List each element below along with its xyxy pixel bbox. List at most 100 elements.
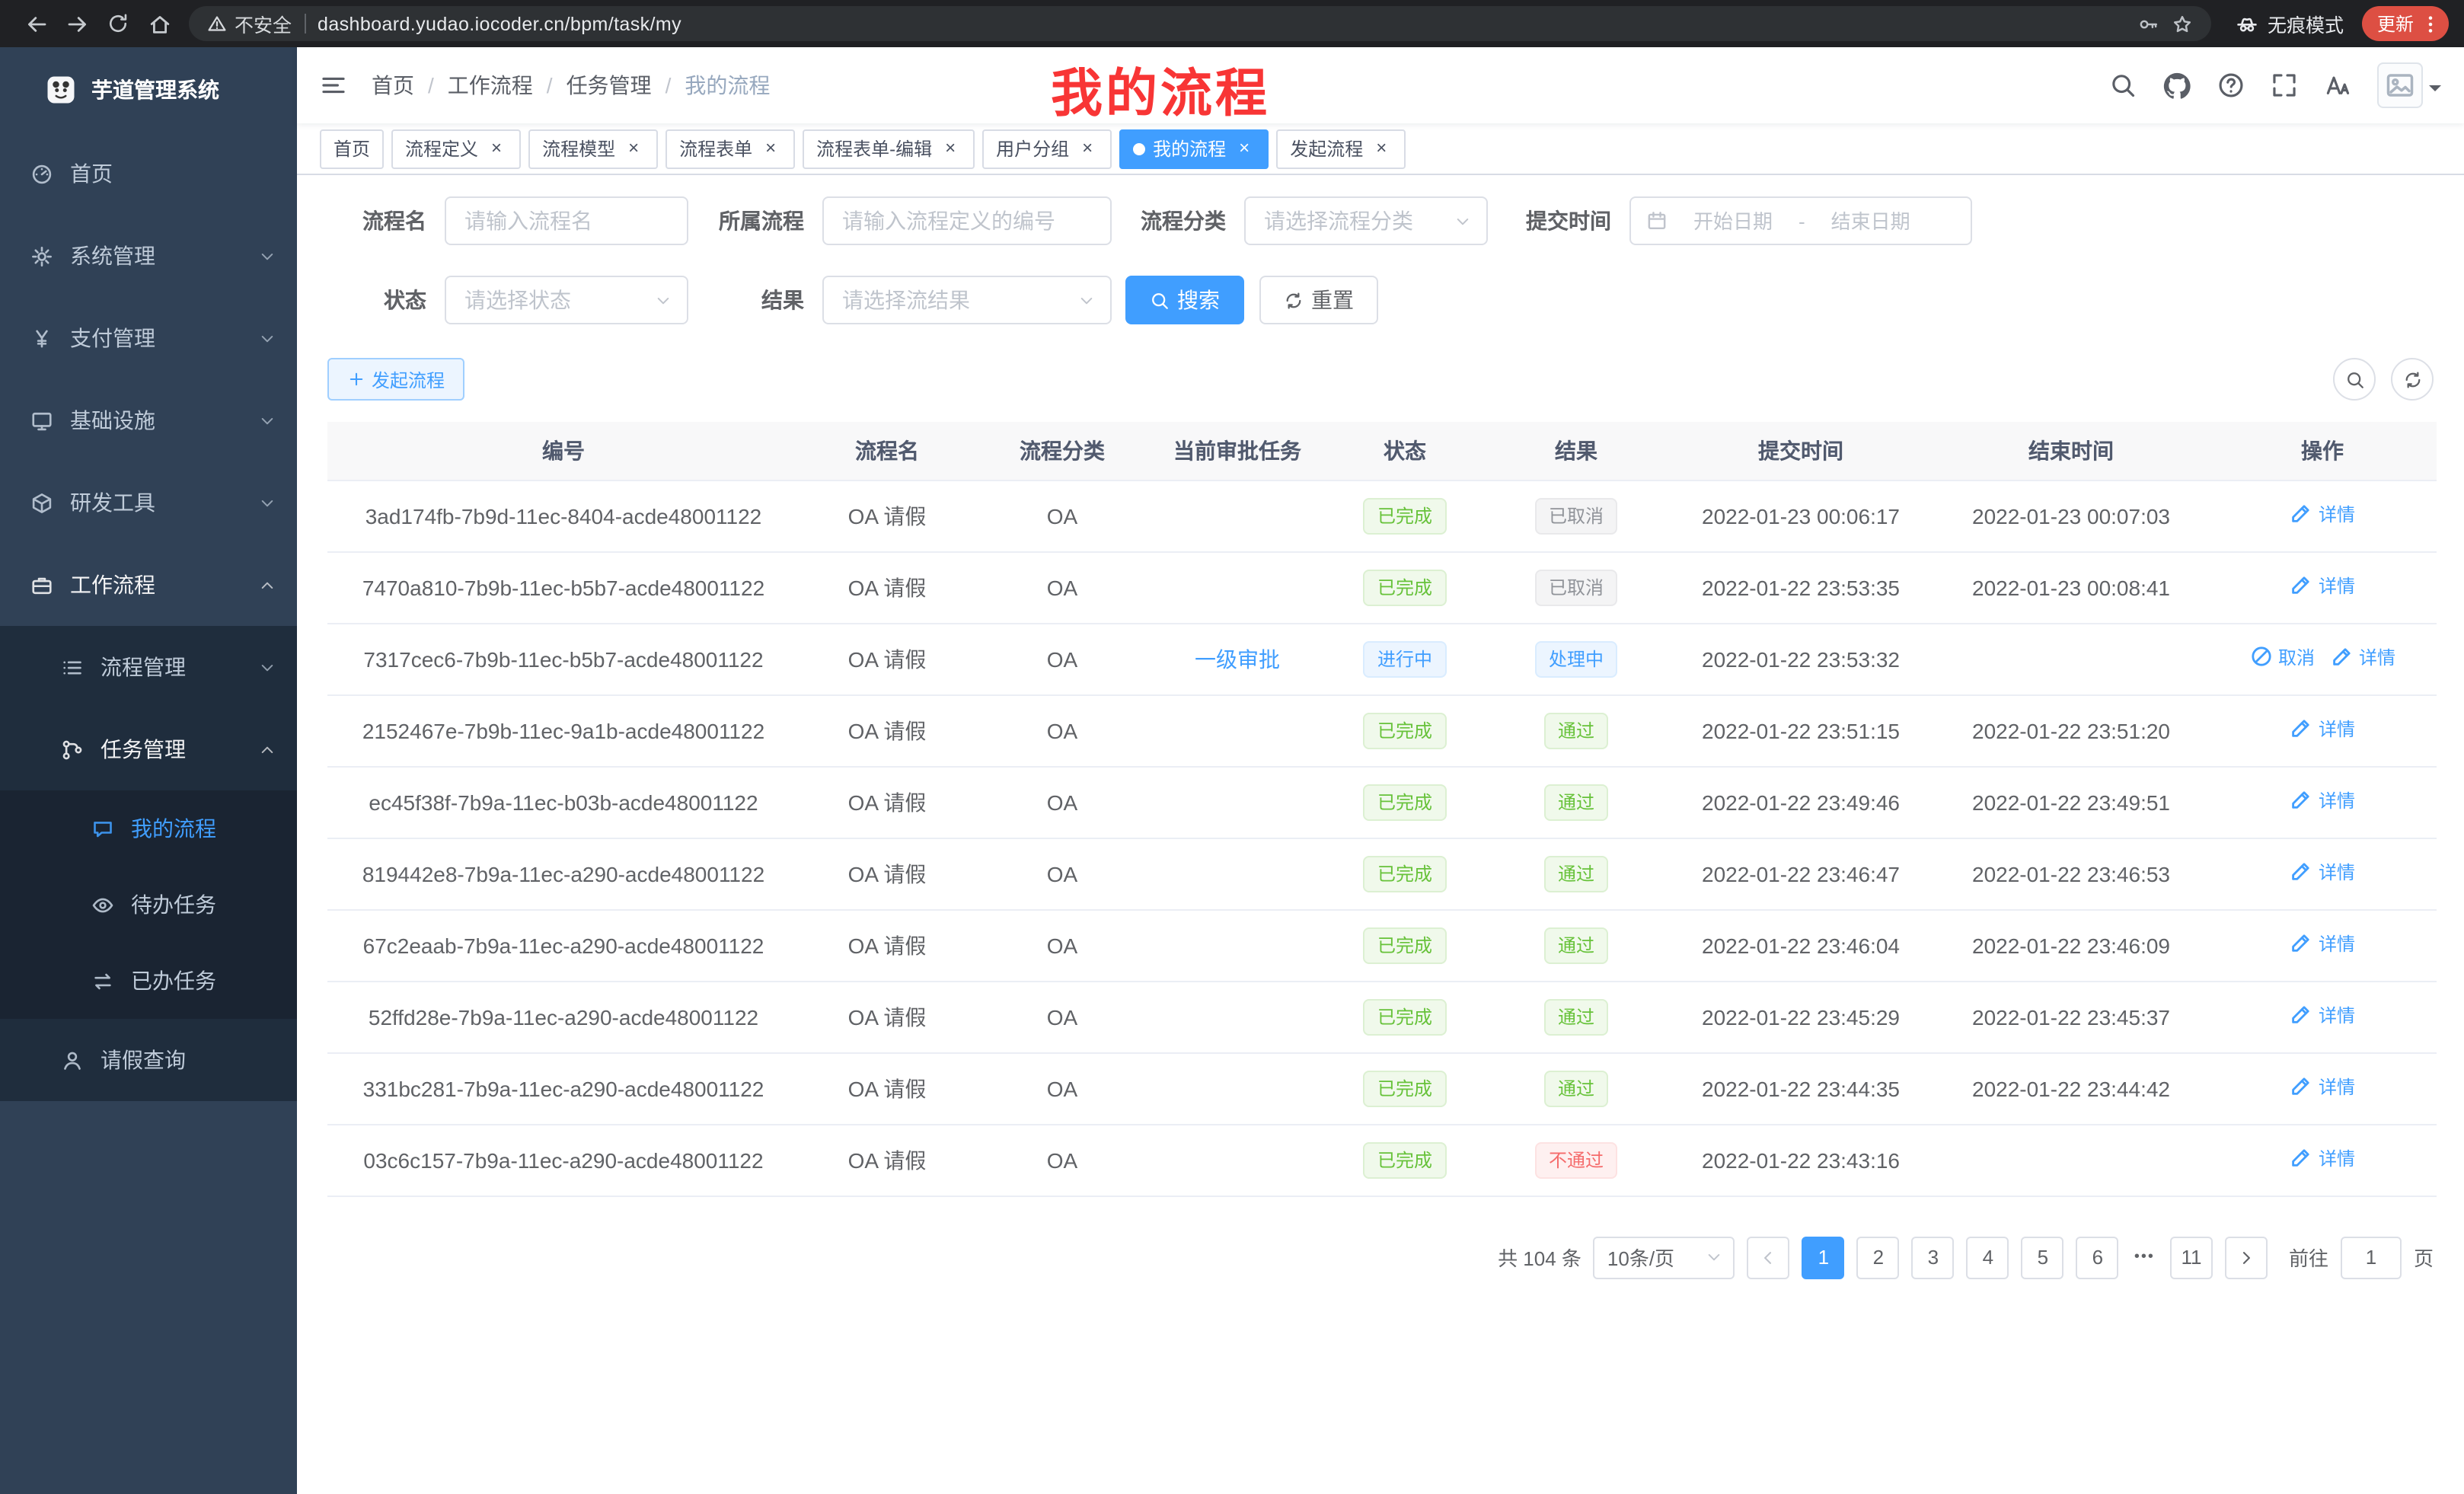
browser-home-button[interactable] <box>139 3 180 44</box>
search-icon[interactable] <box>2109 72 2137 99</box>
close-icon[interactable]: × <box>1077 138 1098 159</box>
close-icon[interactable]: × <box>940 138 961 159</box>
cell-id: 3ad174fb-7b9d-11ec-8404-acde48001122 <box>327 480 800 551</box>
security-status[interactable]: 不安全 <box>207 9 292 38</box>
sidebar-item[interactable]: 我的流程 <box>0 790 297 867</box>
detail-button[interactable]: 详情 <box>2330 644 2395 670</box>
more-pages-icon[interactable]: ••• <box>2131 1249 2158 1266</box>
start-date-input[interactable] <box>1677 209 1789 232</box>
sidebar-item-label: 工作流程 <box>70 570 259 600</box>
reload-button[interactable] <box>97 3 139 44</box>
fullscreen-icon[interactable] <box>2271 72 2298 99</box>
detail-button[interactable]: 详情 <box>2290 1145 2355 1171</box>
view-tab[interactable]: 流程表单× <box>665 129 795 168</box>
page-jump-input[interactable] <box>2341 1236 2402 1279</box>
detail-button[interactable]: 详情 <box>2290 859 2355 885</box>
column-header: 结果 <box>1485 422 1668 480</box>
cell-status: 已完成 <box>1325 1124 1485 1196</box>
date-range-picker[interactable]: - <box>1629 196 1972 245</box>
page-button[interactable]: 5 <box>2022 1236 2064 1279</box>
sidebar-toggle-button[interactable] <box>320 72 347 99</box>
table-row: 03c6c157-7b9a-11ec-a290-acde48001122OA 请… <box>327 1124 2437 1196</box>
close-icon[interactable]: × <box>1234 138 1255 159</box>
close-icon[interactable]: × <box>1371 138 1392 159</box>
page-size-select[interactable]: 10条/页 <box>1594 1236 1735 1279</box>
sidebar-item[interactable]: 请假查询 <box>0 1019 297 1101</box>
result-select[interactable]: 请选择流结果 <box>822 276 1112 324</box>
warning-icon <box>207 14 227 34</box>
breadcrumb-item[interactable]: 工作流程 <box>448 70 533 101</box>
page-button[interactable]: 6 <box>2076 1236 2119 1279</box>
forward-icon <box>65 11 89 36</box>
status-select[interactable]: 请选择状态 <box>445 276 688 324</box>
cell-result: 已取消 <box>1485 551 1668 623</box>
edit-icon <box>2290 860 2314 884</box>
page-button[interactable]: 2 <box>1857 1236 1900 1279</box>
start-process-button[interactable]: 发起流程 <box>327 358 464 401</box>
sidebar-item[interactable]: 待办任务 <box>0 867 297 943</box>
detail-button[interactable]: 详情 <box>2290 931 2355 956</box>
process-def-input[interactable] <box>822 196 1112 245</box>
address-bar[interactable]: 不安全 dashboard.yudao.iocoder.cn/bpm/task/… <box>189 6 2211 41</box>
sidebar-item[interactable]: 系统管理 <box>0 215 297 297</box>
detail-button[interactable]: 详情 <box>2290 1074 2355 1100</box>
search-button[interactable]: 搜索 <box>1125 276 1244 324</box>
page-button[interactable]: 4 <box>1967 1236 2009 1279</box>
current-task-link[interactable]: 一级审批 <box>1195 646 1280 671</box>
page-button[interactable]: 11 <box>2170 1236 2213 1279</box>
github-icon[interactable] <box>2162 71 2191 100</box>
detail-button[interactable]: 详情 <box>2290 573 2355 599</box>
breadcrumb-item[interactable]: 首页 <box>372 70 414 101</box>
view-tab[interactable]: 用户分组× <box>982 129 1112 168</box>
category-select[interactable]: 请选择流程分类 <box>1244 196 1488 245</box>
page-button[interactable]: 3 <box>1912 1236 1955 1279</box>
prev-page-button[interactable] <box>1747 1236 1790 1279</box>
next-page-button[interactable] <box>2225 1236 2268 1279</box>
sidebar-item[interactable]: 研发工具 <box>0 461 297 544</box>
sidebar-item[interactable]: 流程管理 <box>0 626 297 708</box>
cell-result: 通过 <box>1485 981 1668 1052</box>
process-name-input[interactable] <box>445 196 688 245</box>
breadcrumb-item[interactable]: 任务管理 <box>567 70 652 101</box>
help-icon[interactable] <box>2217 72 2245 99</box>
font-size-icon[interactable] <box>2324 72 2351 99</box>
sidebar-item[interactable]: 任务管理 <box>0 708 297 790</box>
cell-submit-time: 2022-01-22 23:49:46 <box>1668 766 1934 838</box>
close-icon[interactable]: × <box>623 138 644 159</box>
sidebar-item[interactable]: 工作流程 <box>0 544 297 626</box>
detail-button[interactable]: 详情 <box>2290 716 2355 742</box>
cancel-button[interactable]: 取消 <box>2249 644 2315 670</box>
detail-button[interactable]: 详情 <box>2290 1002 2355 1028</box>
view-tab[interactable]: 流程模型× <box>528 129 658 168</box>
sidebar-item[interactable]: 首页 <box>0 132 297 215</box>
refresh-button[interactable] <box>2391 358 2434 401</box>
view-tab[interactable]: 首页 <box>320 129 384 168</box>
bookmark-star-icon[interactable] <box>2172 13 2193 34</box>
detail-button[interactable]: 详情 <box>2290 787 2355 813</box>
search-toggle-button[interactable] <box>2333 358 2376 401</box>
sidebar-item[interactable]: 支付管理 <box>0 297 297 379</box>
sidebar-item[interactable]: 已办任务 <box>0 943 297 1019</box>
key-icon[interactable] <box>2138 13 2159 34</box>
update-button[interactable]: 更新 <box>2362 6 2449 41</box>
close-icon[interactable]: × <box>486 138 507 159</box>
detail-button[interactable]: 详情 <box>2290 501 2355 527</box>
workflow-icon <box>30 573 53 596</box>
view-tab[interactable]: 流程表单-编辑× <box>803 129 975 168</box>
back-button[interactable] <box>15 3 56 44</box>
close-icon[interactable]: × <box>760 138 781 159</box>
view-tab[interactable]: 流程定义× <box>391 129 521 168</box>
view-tab[interactable]: 发起流程× <box>1276 129 1406 168</box>
jump-label: 前往 <box>2289 1243 2328 1272</box>
sidebar-item[interactable]: 基础设施 <box>0 379 297 461</box>
view-tab[interactable]: 我的流程× <box>1119 129 1269 168</box>
status-tag: 已完成 <box>1364 998 1446 1035</box>
cell-status: 进行中 <box>1325 623 1485 694</box>
page-button[interactable]: 1 <box>1802 1236 1845 1279</box>
cell-name: OA 请假 <box>800 1124 975 1196</box>
app-logo-row[interactable]: 芋道管理系统 <box>0 47 297 132</box>
user-menu[interactable] <box>2377 62 2441 108</box>
forward-button[interactable] <box>56 3 97 44</box>
end-date-input[interactable] <box>1814 209 1927 232</box>
reset-button[interactable]: 重置 <box>1259 276 1378 324</box>
